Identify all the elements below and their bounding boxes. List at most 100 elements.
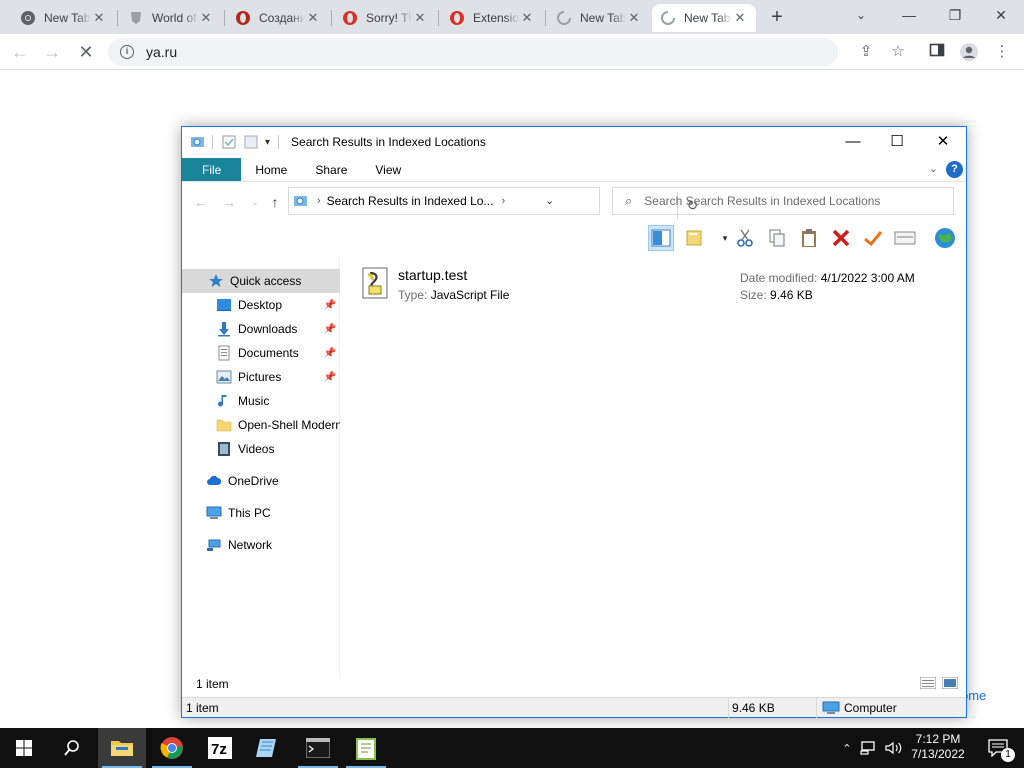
chrome-tabstrip: New Tab ✕ World of Tanks ✕ Создание ✕ So… — [0, 0, 1024, 34]
help-icon[interactable]: ? — [946, 161, 963, 178]
nav-quick-access[interactable]: Quick access — [182, 269, 340, 293]
taskbar-notepad-plus[interactable] — [342, 728, 390, 768]
profile-avatar[interactable] — [959, 42, 979, 62]
list-item[interactable]: startup.test Type: JavaScript File Date … — [360, 261, 960, 302]
file-date: Date modified: 4/1/2022 3:00 AM — [740, 271, 915, 285]
nav-item-desktop[interactable]: Desktop 📌 — [182, 293, 340, 317]
volume-icon[interactable] — [884, 740, 904, 756]
new-tab-button[interactable]: + — [765, 6, 789, 30]
explorer-address-bar[interactable]: › Search Results in Indexed Lo... › ⌄ ↻ — [288, 187, 698, 220]
address-dropdown-icon[interactable]: ⌄ — [545, 194, 554, 207]
address-bar[interactable]: i ya.ru — [108, 38, 838, 66]
expand-ribbon-icon[interactable]: ⌄ — [929, 162, 938, 175]
tab-extensions[interactable]: Extensions ✕ — [441, 4, 543, 32]
up-button[interactable]: ↑ — [266, 193, 284, 211]
taskbar-file-explorer[interactable] — [98, 728, 146, 768]
properties-icon[interactable] — [221, 134, 237, 150]
close-icon[interactable]: ✕ — [519, 10, 535, 26]
close-button[interactable]: ✕ — [920, 127, 966, 157]
large-icons-view-icon[interactable] — [941, 676, 959, 690]
network-icon[interactable] — [860, 740, 878, 756]
tab-sozdanie[interactable]: Создание ✕ — [227, 4, 329, 32]
close-icon[interactable]: ✕ — [412, 10, 428, 26]
close-icon[interactable]: ✕ — [732, 10, 748, 26]
chevron-right-icon[interactable]: › — [501, 195, 505, 207]
info-icon[interactable]: i — [120, 45, 134, 59]
rename-check-icon[interactable] — [860, 225, 886, 251]
copy-icon[interactable] — [764, 225, 790, 251]
music-icon — [218, 395, 227, 407]
notification-center-button[interactable]: 1 — [974, 728, 1022, 768]
preview-pane-button[interactable] — [648, 225, 674, 251]
nav-label: Open-Shell Modern — [238, 418, 340, 432]
back-button[interactable]: ← — [192, 193, 210, 211]
close-icon[interactable]: ✕ — [626, 10, 642, 26]
taskbar-notepad[interactable] — [244, 728, 292, 768]
chevron-right-icon[interactable]: › — [317, 195, 321, 207]
restore-button[interactable]: ❐ — [932, 0, 978, 30]
menu-icon[interactable]: ⋮ — [992, 42, 1012, 62]
tab-new-tab-2[interactable]: New Tab ✕ — [548, 4, 650, 32]
clock[interactable]: 7:12 PM 7/13/2022 — [906, 732, 970, 762]
pin-icon[interactable]: 📌 — [324, 372, 336, 383]
nav-item-downloads[interactable]: Downloads 📌 — [182, 317, 340, 341]
maximize-button[interactable]: ☐ — [874, 127, 920, 157]
close-icon[interactable]: ✕ — [91, 10, 107, 26]
tab-world-of-tanks[interactable]: World of Tanks ✕ — [120, 4, 222, 32]
nav-item-pictures[interactable]: Pictures 📌 — [182, 365, 340, 389]
nav-item-videos[interactable]: Videos — [182, 437, 340, 461]
address-url[interactable]: ya.ru — [146, 44, 177, 60]
tab-file[interactable]: File — [182, 158, 242, 181]
7zip-icon: 7z — [208, 737, 232, 759]
close-icon[interactable]: ✕ — [305, 10, 321, 26]
nav-onedrive[interactable]: OneDrive — [182, 469, 340, 493]
nav-item-open-shell[interactable]: Open-Shell Modern — [182, 413, 340, 437]
tab-view[interactable]: View — [361, 158, 415, 181]
forward-button[interactable]: → — [40, 40, 64, 64]
show-hidden-icons-icon[interactable]: ⌃ — [838, 742, 856, 755]
stop-button[interactable]: ✕ — [74, 40, 98, 64]
recent-locations-icon[interactable]: ⌄ — [246, 193, 264, 211]
pin-icon[interactable]: 📌 — [324, 348, 336, 359]
address-crumb[interactable]: Search Results in Indexed Lo... — [327, 194, 494, 208]
share-icon[interactable]: ⇪ — [856, 42, 876, 62]
pin-icon[interactable]: 📌 — [324, 300, 336, 311]
details-view-icon[interactable] — [919, 676, 937, 690]
new-folder-icon[interactable] — [243, 134, 259, 150]
tab-home[interactable]: Home — [241, 158, 301, 181]
chevron-down-icon[interactable]: ⌄ — [838, 0, 884, 30]
search-input[interactable] — [644, 194, 935, 208]
pin-icon[interactable]: 📌 — [324, 324, 336, 335]
paste-icon[interactable] — [796, 225, 822, 251]
layout-button[interactable] — [684, 225, 710, 251]
tab-share[interactable]: Share — [301, 158, 361, 181]
delete-icon[interactable] — [828, 225, 854, 251]
file-name[interactable]: startup.test — [398, 267, 467, 283]
minimize-button[interactable]: — — [830, 127, 876, 157]
qat-dropdown-icon[interactable]: ▾ — [265, 137, 270, 148]
nav-item-documents[interactable]: Documents 📌 — [182, 341, 340, 365]
globe-icon[interactable] — [932, 225, 958, 251]
properties-icon[interactable] — [892, 225, 918, 251]
nav-network[interactable]: Network — [182, 533, 340, 557]
tab-new-tab-active[interactable]: New Tab ✕ — [652, 4, 756, 32]
taskbar-7zip[interactable]: 7z — [196, 728, 244, 768]
side-panel-icon[interactable] — [927, 42, 947, 62]
start-button[interactable] — [0, 728, 48, 768]
explorer-search-box[interactable]: ⌕ — [612, 187, 954, 215]
tab-sorry[interactable]: Sorry! This ✕ — [334, 4, 436, 32]
star-icon[interactable]: ☆ — [888, 42, 908, 62]
tab-new-tab-1[interactable]: New Tab ✕ — [12, 4, 115, 32]
minimize-button[interactable]: — — [886, 0, 932, 30]
forward-button[interactable]: → — [220, 193, 238, 211]
close-window-button[interactable]: ✕ — [978, 0, 1024, 30]
status-location-label: Computer — [844, 701, 897, 715]
cut-icon[interactable] — [732, 225, 758, 251]
nav-this-pc[interactable]: This PC — [182, 501, 340, 525]
close-icon[interactable]: ✕ — [198, 10, 214, 26]
taskbar-terminal[interactable] — [294, 728, 342, 768]
taskbar-chrome[interactable] — [148, 728, 196, 768]
search-button[interactable] — [48, 728, 96, 768]
back-button[interactable]: ← — [8, 40, 32, 64]
nav-item-music[interactable]: Music — [182, 389, 340, 413]
